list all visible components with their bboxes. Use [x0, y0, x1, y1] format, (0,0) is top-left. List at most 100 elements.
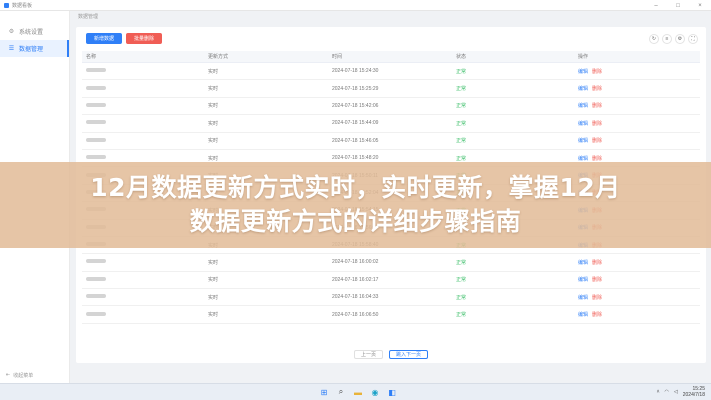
table-row[interactable]: 实时 2024-07-18 16:06:50 正常 编辑 删除: [82, 306, 700, 324]
delete-link[interactable]: 删除: [592, 276, 602, 283]
cell-actions: 编辑删除: [578, 155, 700, 162]
prev-page-button[interactable]: 上一页: [353, 349, 383, 359]
header-mode[interactable]: 更新方式: [208, 53, 332, 60]
delete-link[interactable]: 删除: [592, 294, 602, 301]
delete-link[interactable]: 删除: [592, 68, 602, 75]
table-row[interactable]: 实时 2024-07-18 16:00:02 正常 编辑 删除: [82, 254, 700, 272]
headline-line-2: 数据更新方式的详细步骤指南: [189, 207, 522, 236]
windows-icon[interactable]: ⊞: [318, 386, 330, 398]
fullscreen-icon[interactable]: ⛶: [688, 34, 698, 44]
delete-link[interactable]: 删除: [592, 155, 602, 162]
sidebar-item-settings[interactable]: ⚙ 系统设置: [0, 23, 69, 40]
redacted-name: [86, 102, 106, 107]
cell-mode: 实时: [208, 155, 219, 162]
cell-time: 2024-07-18 16:00:02: [332, 259, 379, 266]
cell-mode: 实时: [208, 68, 219, 75]
clock[interactable]: 15:25 2024/7/18: [683, 386, 705, 398]
app-logo-icon: [4, 2, 9, 8]
add-data-button[interactable]: 新增数据: [86, 33, 123, 44]
table-row[interactable]: 实时 2024-07-18 15:44:09 正常 编辑 删除: [82, 115, 700, 133]
store-icon[interactable]: ◧: [386, 386, 398, 398]
table-row[interactable]: 实时 2024-07-18 16:02:17 正常 编辑 删除: [82, 272, 700, 290]
next-page-button[interactable]: 跳入下一页: [389, 349, 429, 359]
cell-time: 2024-07-18 15:24:30: [332, 68, 379, 75]
cell-mode: 实时: [208, 259, 219, 266]
cell-actions: 编辑删除: [578, 120, 700, 127]
folder-icon[interactable]: ▬: [352, 386, 364, 398]
edit-link[interactable]: 编辑: [578, 294, 588, 301]
edit-link[interactable]: 编辑: [578, 276, 588, 283]
cell-name: [82, 137, 208, 144]
cell-actions: 编辑删除: [578, 137, 700, 144]
edge-icon[interactable]: ◉: [369, 386, 381, 398]
maximize-icon[interactable]: □: [667, 0, 689, 11]
delete-link[interactable]: 删除: [592, 311, 602, 318]
density-icon[interactable]: ≡: [662, 34, 672, 44]
edit-link[interactable]: 编辑: [578, 155, 588, 162]
cell-name: [82, 276, 208, 283]
cell-time: 2024-07-18 16:02:17: [332, 276, 379, 283]
table-row[interactable]: 实时 2024-07-18 15:25:29 正常 编辑 删除: [82, 80, 700, 98]
settings-icon[interactable]: ⚙: [675, 34, 685, 44]
header-status[interactable]: 状态: [456, 53, 578, 60]
redacted-name: [86, 155, 106, 160]
cell-actions: 编辑删除: [578, 294, 700, 301]
sidebar-item-label: 数据管理: [19, 47, 44, 53]
edit-link[interactable]: 编辑: [578, 68, 588, 75]
search-icon[interactable]: ⌕: [335, 386, 347, 398]
cell-mode: 实时: [208, 294, 219, 301]
delete-link[interactable]: 删除: [592, 102, 602, 109]
delete-link[interactable]: 删除: [592, 85, 602, 92]
cell-status: 正常: [456, 68, 467, 75]
cell-status: 正常: [456, 86, 467, 93]
cell-name: [82, 85, 208, 92]
table-row[interactable]: 实时 2024-07-18 15:46:05 正常 编辑 删除: [82, 133, 700, 150]
collapse-menu-button[interactable]: ⇤ 收起菜单: [0, 370, 70, 380]
gear-icon: ⚙: [8, 29, 15, 35]
cell-time: 2024-07-18 15:25:29: [332, 85, 379, 92]
redacted-name: [86, 294, 106, 299]
table-row[interactable]: 实时 2024-07-18 15:24:30 正常 编辑 删除: [82, 63, 700, 81]
header-actions: 操作: [578, 54, 589, 60]
window-titlebar: 数据看板 – □ ×: [0, 0, 711, 11]
batch-delete-button[interactable]: 批量删除: [126, 33, 163, 44]
cell-status: 正常: [456, 259, 467, 266]
cell-name: [82, 120, 208, 126]
headline-banner: 12月数据更新方式实时，实时更新，掌握12月 数据更新方式的详细步骤指南: [0, 162, 711, 248]
cell-name: [82, 155, 208, 161]
chevron-up-icon[interactable]: ˄: [657, 389, 660, 395]
cell-actions: 编辑删除: [578, 259, 700, 266]
volume-icon[interactable]: ◁: [674, 389, 678, 395]
cell-name: [82, 102, 208, 109]
edit-link[interactable]: 编辑: [578, 120, 588, 127]
cell-name: [82, 311, 208, 318]
redacted-name: [86, 68, 106, 73]
edit-link[interactable]: 编辑: [578, 102, 588, 109]
refresh-icon[interactable]: ↻: [649, 34, 659, 44]
cell-name: [82, 259, 208, 265]
cell-mode: 实时: [208, 277, 219, 284]
header-time[interactable]: 时间: [332, 53, 456, 60]
delete-link[interactable]: 删除: [592, 120, 602, 127]
cell-status: 正常: [456, 312, 467, 319]
redacted-name: [86, 311, 106, 316]
header-name[interactable]: 名称: [82, 53, 208, 60]
redacted-name: [86, 276, 106, 281]
breadcrumb[interactable]: 数据管理: [78, 13, 98, 20]
close-icon[interactable]: ×: [689, 0, 711, 11]
edit-link[interactable]: 编辑: [578, 85, 588, 92]
minimize-icon[interactable]: –: [645, 0, 667, 11]
table-row[interactable]: 实时 2024-07-18 16:04:33 正常 编辑 删除: [82, 289, 700, 307]
edit-link[interactable]: 编辑: [578, 259, 588, 266]
edit-link[interactable]: 编辑: [578, 137, 588, 144]
cell-time: 2024-07-18 16:06:50: [332, 311, 379, 318]
table-tools: ↻ ≡ ⚙ ⛶: [649, 34, 698, 44]
edit-link[interactable]: 编辑: [578, 311, 588, 318]
delete-link[interactable]: 删除: [592, 259, 602, 266]
delete-link[interactable]: 删除: [592, 137, 602, 144]
toolbar: 新增数据 批量删除: [86, 33, 163, 44]
cell-status: 正常: [456, 277, 467, 284]
table-row[interactable]: 实时 2024-07-18 15:42:06 正常 编辑 删除: [82, 98, 700, 116]
sidebar-item-data[interactable]: ☰ 数据管理: [0, 40, 69, 57]
wifi-icon[interactable]: ◠: [665, 389, 669, 395]
